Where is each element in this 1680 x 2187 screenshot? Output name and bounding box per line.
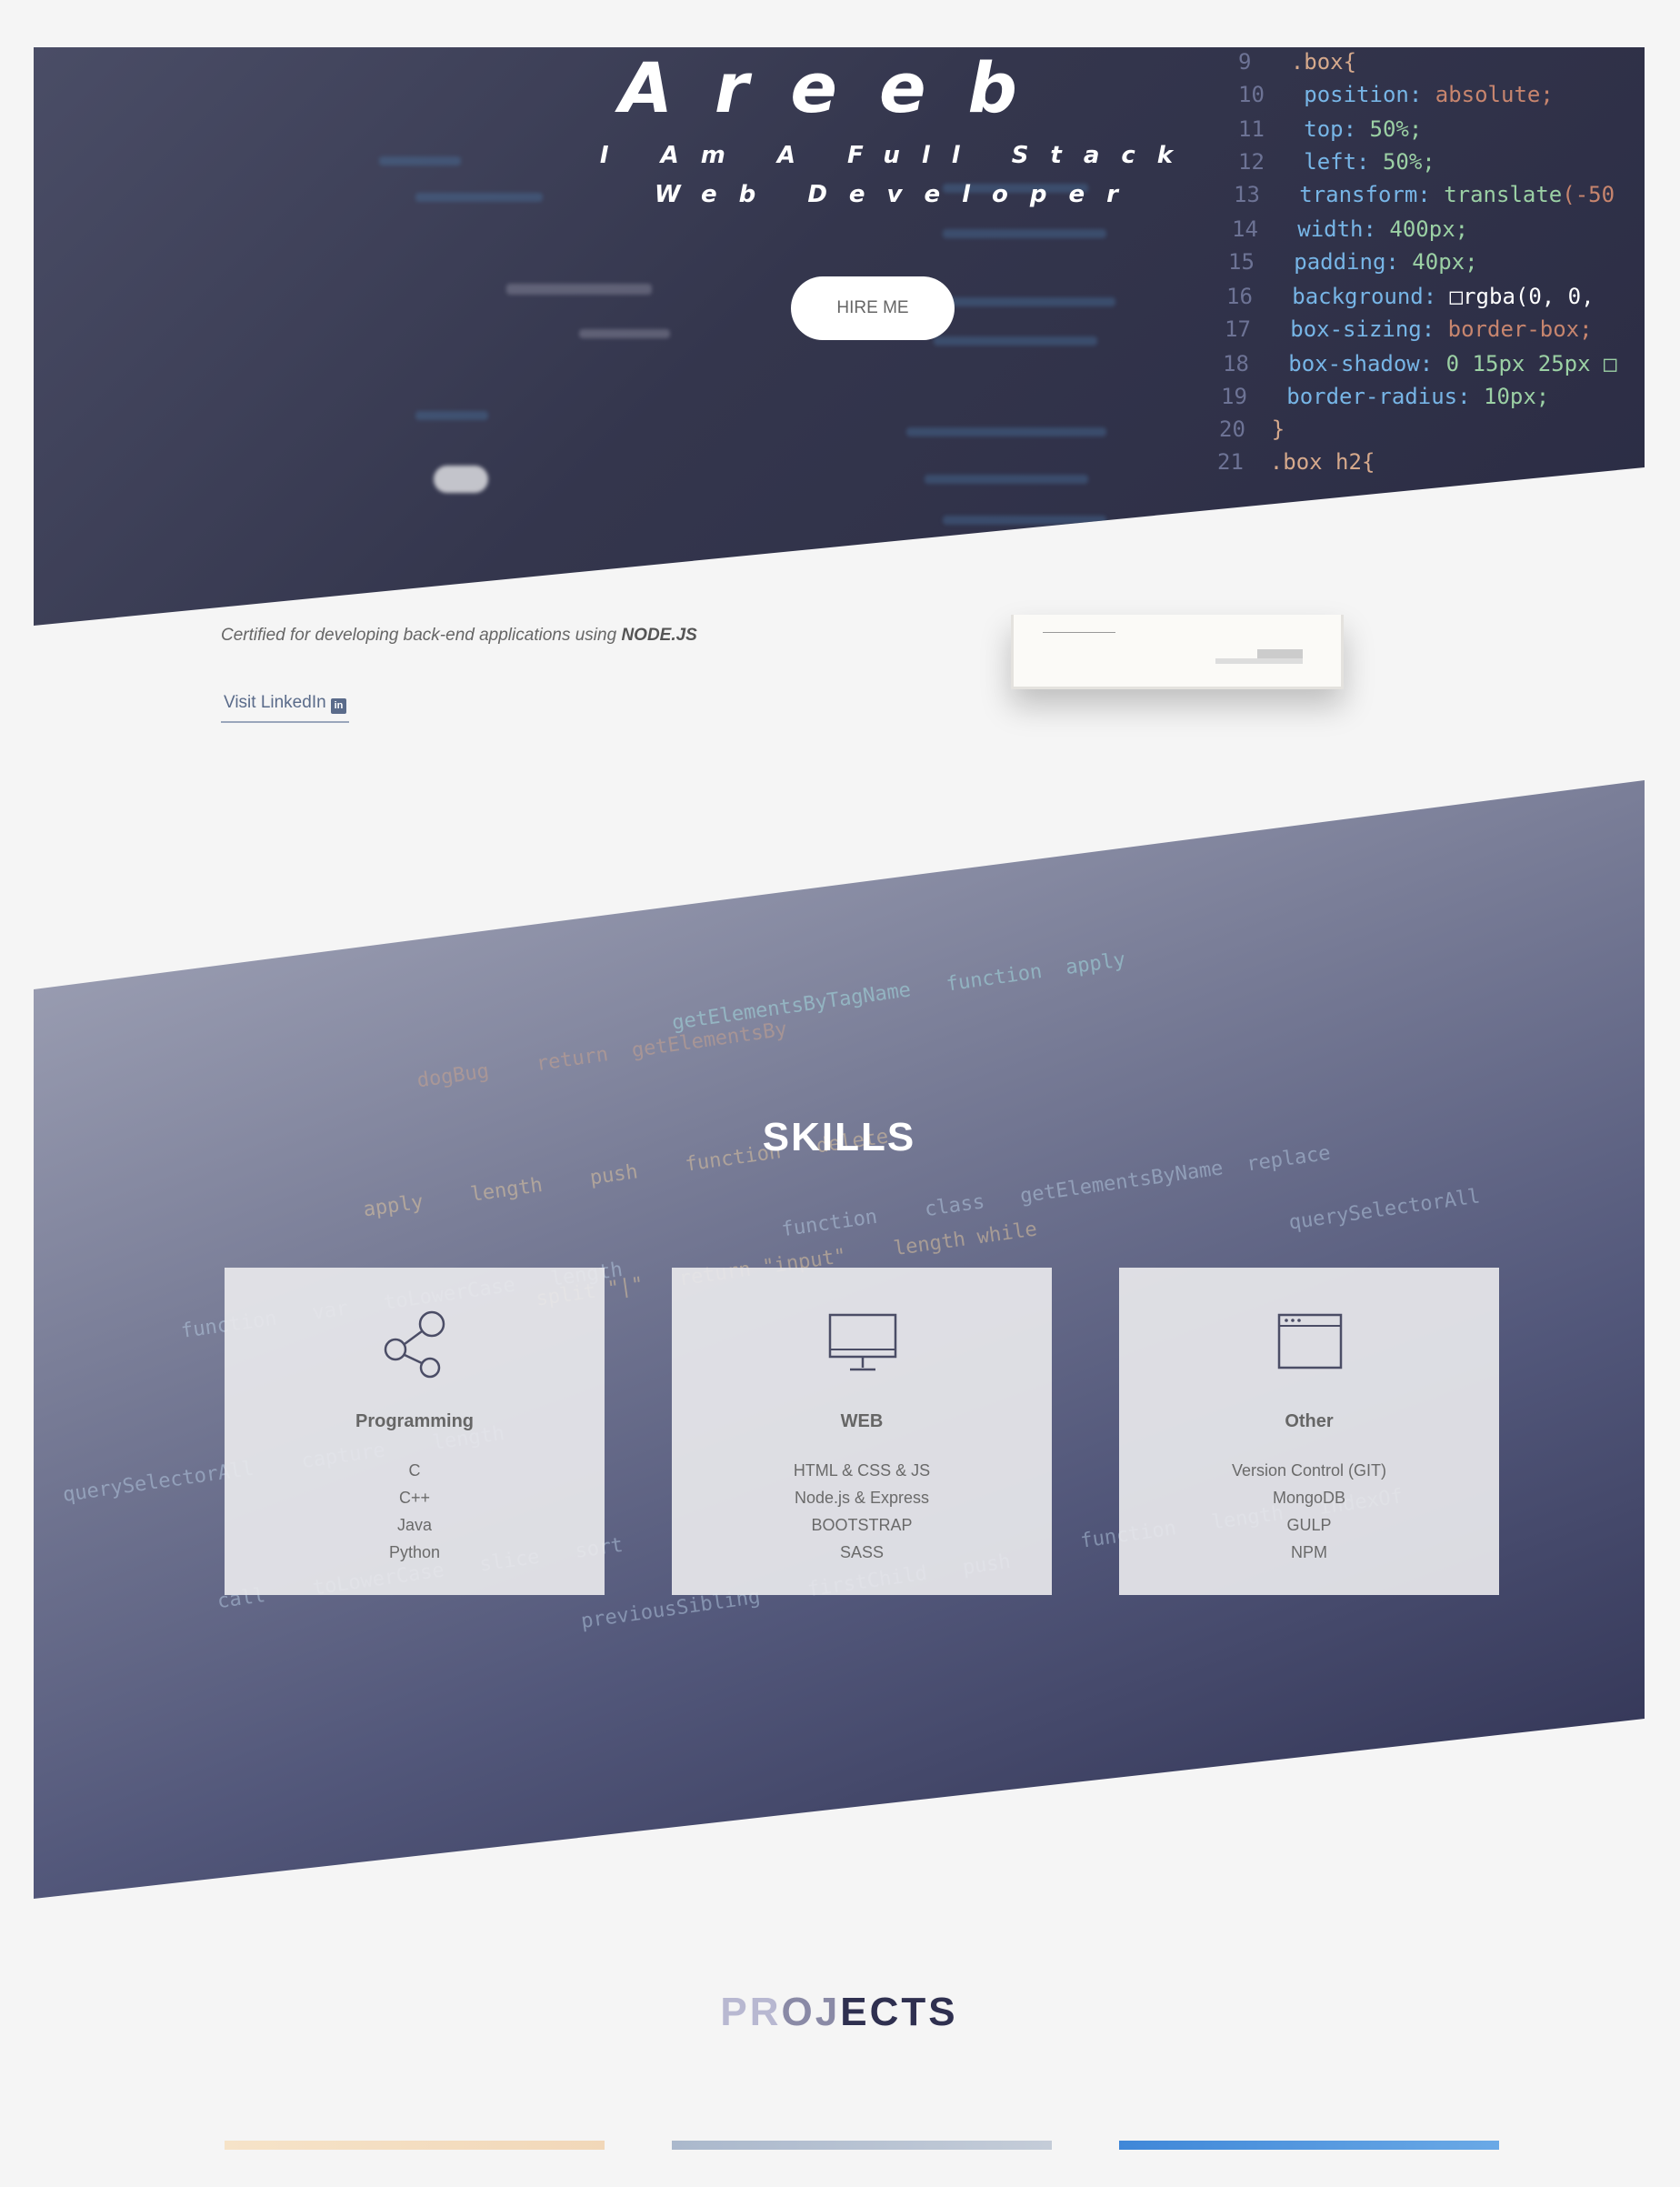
skill-card-title: Other: [1285, 1411, 1334, 1431]
code-blur: [434, 466, 488, 493]
skill-card-title: Programming: [355, 1411, 475, 1431]
certificate-mark: [1257, 649, 1303, 658]
code-line: 18 box-shadow: 0 15px 25px □: [1223, 351, 1617, 376]
code-line: 17 box-sizing: border-box;: [1225, 316, 1593, 342]
project-thumbnail[interactable]: [225, 2141, 605, 2150]
hero-name: Areeb: [619, 47, 1059, 128]
certificate-image: [1011, 615, 1344, 689]
certification-text-prefix: Certified for developing back-end applic…: [221, 626, 622, 645]
skill-item: C++: [398, 1489, 431, 1507]
code-line: 16 background: □rgba(0, 0,: [1226, 284, 1595, 309]
visit-linkedin-link[interactable]: Visit LinkedIn in: [221, 691, 349, 723]
projects-title-part: PR: [720, 1990, 782, 2034]
code-blur: [415, 193, 543, 202]
certification-highlight: NODE.JS: [621, 626, 697, 645]
skill-item: NPM: [1291, 1543, 1327, 1561]
skill-item: Python: [388, 1543, 441, 1561]
code-bg-line: getElementsByTagName function apply: [670, 948, 1127, 1035]
code-bg-line: querySelectorAll: [1287, 1185, 1482, 1235]
code-blur: [934, 297, 1115, 306]
code-blur: [934, 336, 1097, 346]
projects-title: PROJECTS: [34, 1990, 1645, 2035]
project-thumbnail[interactable]: [672, 2141, 1052, 2150]
hire-me-button[interactable]: HIRE ME: [791, 276, 955, 340]
skill-item: C: [408, 1461, 421, 1480]
code-line: 14 width: 400px;: [1232, 216, 1469, 242]
skill-item: BOOTSTRAP: [811, 1516, 913, 1534]
code-blur: [415, 411, 488, 420]
certificate-mark: [1215, 658, 1303, 664]
skill-item: SASS: [839, 1543, 885, 1561]
skill-card-title: WEB: [840, 1411, 884, 1431]
linkedin-icon: in: [330, 698, 346, 714]
skill-item: Node.js & Express: [794, 1489, 930, 1507]
code-blur: [506, 284, 652, 295]
skill-item: Java: [396, 1516, 433, 1534]
code-line: 19 border-radius: 10px;: [1221, 384, 1550, 409]
code-line: 20 }: [1219, 416, 1285, 442]
code-blur: [906, 427, 1106, 436]
skill-item: HTML & CSS & JS: [793, 1461, 931, 1480]
page-frame: 9 .box{ 10 position: absolute; 11 top: 5…: [34, 0, 1645, 2187]
skill-list: HTML & CSS & JS Node.js & Express BOOTST…: [672, 1457, 1052, 1566]
hero-subtitle: I Am A Full Stack Web Developer: [599, 142, 1195, 208]
hero-section: 9 .box{ 10 position: absolute; 11 top: 5…: [34, 47, 1645, 626]
projects-title-part: ECTS: [840, 1990, 958, 2034]
certification-text: Certified for developing back-end applic…: [221, 626, 697, 646]
browser-window-icon: [1277, 1313, 1343, 1369]
skills-title: SKILLS: [762, 1115, 916, 1159]
certificate-signature: [1043, 618, 1115, 633]
code-line: 15 padding: 40px;: [1228, 249, 1478, 275]
code-line: 13 transform: translate(-50: [1234, 182, 1615, 207]
code-blur: [943, 516, 1106, 525]
share-nodes-icon: [384, 1310, 445, 1379]
projects-title-part: OJ: [781, 1990, 841, 2034]
skill-item: Version Control (GIT): [1231, 1461, 1387, 1480]
linkedin-link-label: Visit LinkedIn: [224, 693, 326, 712]
skill-item: GULP: [1286, 1516, 1332, 1534]
code-blur: [379, 156, 461, 166]
skill-list: Version Control (GIT) MongoDB GULP NPM: [1119, 1457, 1499, 1566]
code-bg-line: dogBug return getElementsBy: [415, 1018, 789, 1093]
code-line: 12 left: 50%;: [1238, 149, 1435, 175]
code-blur: [925, 475, 1088, 484]
code-blur: [579, 329, 670, 338]
code-blur: [943, 229, 1106, 238]
project-thumbnail[interactable]: [1119, 2141, 1499, 2150]
skill-card-web: WEB HTML & CSS & JS Node.js & Express BO…: [672, 1268, 1052, 1595]
monitor-icon: [828, 1313, 897, 1371]
code-line: 21 .box h2{: [1217, 449, 1375, 475]
skill-card-other: Other Version Control (GIT) MongoDB GULP…: [1119, 1268, 1499, 1595]
skill-list: C C++ Java Python: [225, 1457, 605, 1566]
skill-item: MongoDB: [1272, 1489, 1346, 1507]
skill-card-programming: Programming C C++ Java Python: [225, 1268, 605, 1595]
